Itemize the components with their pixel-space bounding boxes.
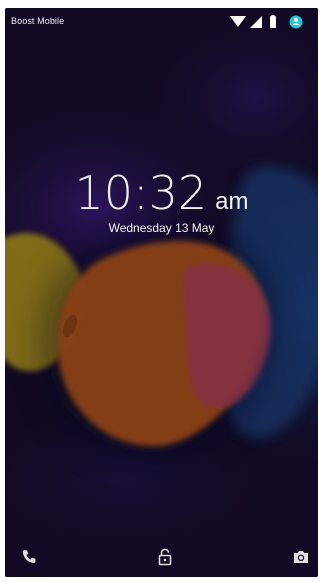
lock-icon[interactable] xyxy=(155,547,175,567)
clock-area: 10:32 am Wednesday 13 May xyxy=(5,165,318,235)
clock-ampm: am xyxy=(215,188,249,215)
signal-icon xyxy=(250,16,262,28)
status-icons xyxy=(228,15,314,29)
lockscreen: Boost Mobile 10:32 am Wednesday 13 May xyxy=(5,8,318,577)
camera-icon[interactable] xyxy=(291,547,311,567)
date-label: Wednesday 13 May xyxy=(108,221,215,235)
battery-icon xyxy=(270,15,276,28)
wifi-icon xyxy=(230,16,246,27)
status-bar: Boost Mobile xyxy=(5,8,318,36)
clock-time: 10:32 xyxy=(74,166,208,220)
clock: 10:32 am xyxy=(75,165,249,221)
bottom-bar xyxy=(5,537,318,577)
account-icon[interactable] xyxy=(289,15,303,29)
carrier-label: Boost Mobile xyxy=(11,16,65,26)
wallpaper-scrim xyxy=(5,8,318,577)
phone-icon[interactable] xyxy=(19,547,39,567)
